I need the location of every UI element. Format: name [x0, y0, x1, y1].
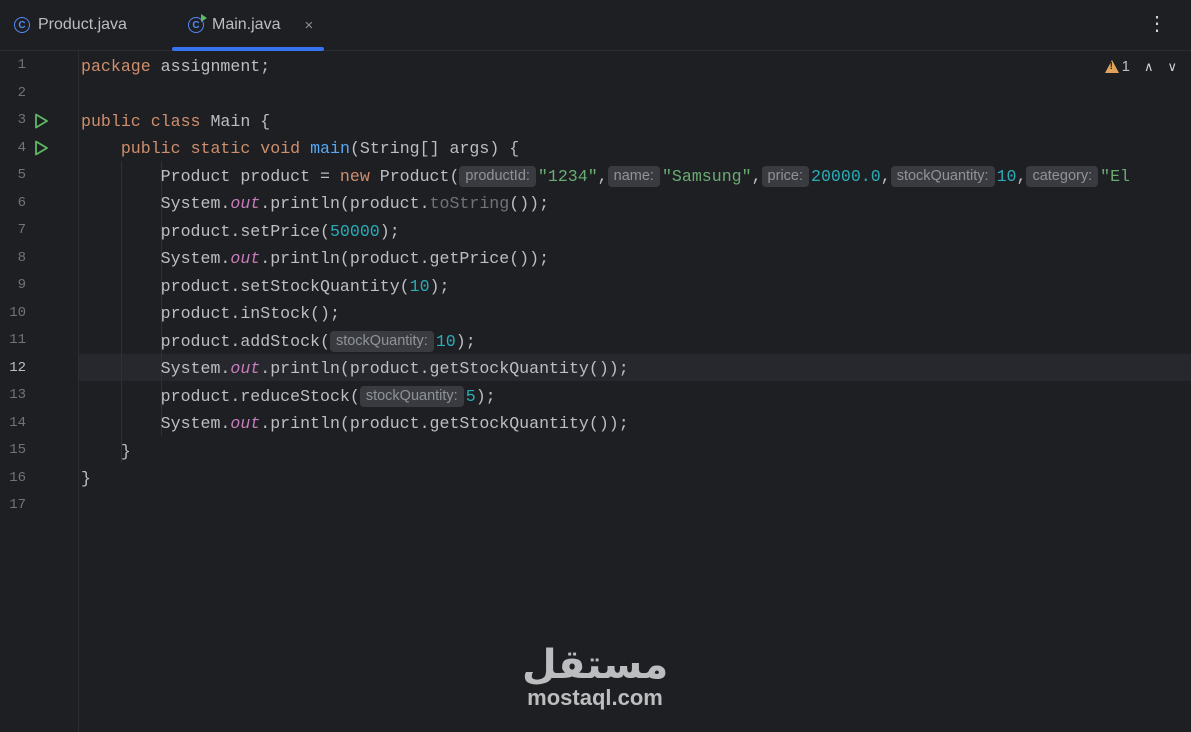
line-number: 13 — [9, 387, 26, 403]
code-line-4: public static void main(String[] args) { — [120, 139, 520, 158]
run-class-icon[interactable] — [34, 113, 49, 129]
parameter-hint: category: — [1026, 166, 1099, 187]
code-line-5: Product product = new Product(productId:… — [160, 166, 1130, 187]
line-number: 10 — [9, 305, 26, 321]
code-line-15: } — [120, 442, 131, 461]
line-number-gutter: 1 2 3 4 5 6 7 8 9 10 11 12 13 14 15 16 1… — [0, 51, 79, 732]
parameter-hint: stockQuantity: — [890, 166, 995, 187]
code-line-6: System.out.println(product.toString()); — [160, 194, 550, 213]
code-line-1: package assignment; — [81, 57, 271, 76]
watermark-arabic: مستقل — [522, 642, 669, 688]
chevron-up-icon[interactable]: ∧ — [1144, 59, 1154, 75]
parameter-hint: stockQuantity: — [329, 331, 434, 352]
line-number: 1 — [17, 57, 26, 73]
class-icon: C — [14, 17, 30, 33]
parameter-hint: stockQuantity: — [359, 386, 464, 407]
inspection-widget[interactable]: 1 ∧ ∨ — [1104, 58, 1177, 75]
line-number: 14 — [9, 415, 26, 431]
code-editor[interactable]: package assignment; public class Main { … — [79, 51, 1191, 732]
code-line-11: product.addStock(stockQuantity: 10); — [160, 331, 476, 352]
line-number: 2 — [17, 85, 26, 101]
line-number: 16 — [9, 470, 26, 486]
line-number: 6 — [17, 195, 26, 211]
line-number: 4 — [17, 140, 26, 156]
parameter-hint: productId: — [459, 166, 536, 187]
line-number: 15 — [9, 442, 26, 458]
line-number: 8 — [17, 250, 26, 266]
code-line-14: System.out.println(product.getStockQuant… — [160, 414, 629, 433]
line-number: 5 — [17, 167, 26, 183]
watermark-logo: مستقل mostaql.com — [522, 642, 668, 710]
line-number: 17 — [9, 497, 26, 513]
code-line-12: System.out.println(product.getStockQuant… — [160, 359, 629, 378]
line-number: 11 — [9, 332, 26, 348]
editor-tab-bar: C Product.java C Main.java × ⋮ — [0, 0, 1191, 51]
code-line-9: product.setStockQuantity(10); — [160, 277, 450, 296]
close-icon[interactable]: × — [304, 17, 313, 34]
parameter-hint: price: — [761, 166, 810, 187]
code-line-7: product.setPrice(50000); — [160, 222, 400, 241]
warning-count: 1 — [1121, 58, 1130, 75]
parameter-hint: name: — [607, 166, 660, 187]
watermark-latin: mostaql.com — [527, 685, 663, 710]
line-number: 9 — [17, 277, 26, 293]
chevron-down-icon[interactable]: ∨ — [1167, 59, 1177, 75]
run-main-icon[interactable] — [34, 140, 49, 156]
tab-label: Product.java — [38, 16, 127, 33]
line-number: 7 — [17, 222, 26, 238]
tab-product-java[interactable]: C Product.java — [14, 0, 127, 50]
code-line-13: product.reduceStock(stockQuantity: 5); — [160, 386, 496, 407]
line-number-current: 12 — [9, 360, 26, 376]
warning-icon — [1104, 60, 1119, 73]
runnable-class-icon: C — [188, 14, 207, 33]
tab-main-java[interactable]: C Main.java × — [172, 0, 324, 51]
more-options-icon[interactable]: ⋮ — [1147, 14, 1167, 34]
code-line-3: public class Main { — [81, 112, 271, 131]
code-line-10: product.inStock(); — [160, 304, 340, 323]
tab-label: Main.java — [212, 16, 281, 33]
line-number: 3 — [17, 112, 26, 128]
code-line-8: System.out.println(product.getPrice()); — [160, 249, 550, 268]
code-line-16: } — [81, 469, 91, 488]
